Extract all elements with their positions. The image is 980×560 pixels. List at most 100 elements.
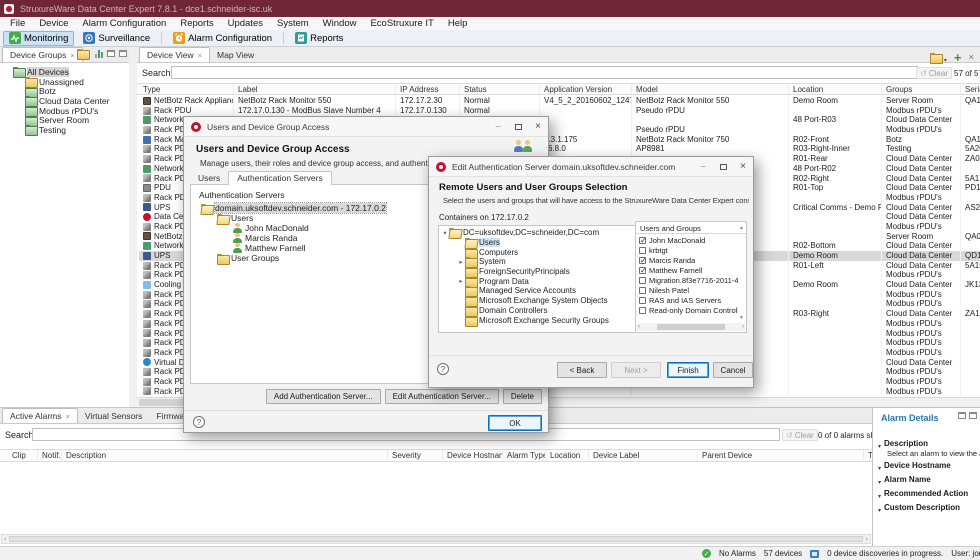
- menu-item[interactable]: Window: [316, 18, 364, 29]
- tree-item[interactable]: ForeignSecurityPrincipals: [439, 267, 667, 279]
- column-header[interactable]: IP Address: [396, 84, 460, 94]
- close-icon[interactable]: ×: [66, 412, 70, 421]
- checkbox[interactable]: [639, 246, 646, 254]
- column-header[interactable]: Device Hostname: [443, 450, 503, 461]
- device-group-item[interactable]: Botz: [0, 86, 129, 98]
- tab-device-groups[interactable]: Device Groups ×: [2, 47, 83, 62]
- checkbox[interactable]: [639, 306, 646, 314]
- checkbox[interactable]: [639, 256, 647, 265]
- menu-item[interactable]: EcoStruxure IT: [363, 18, 440, 29]
- column-header[interactable]: Location: [546, 450, 589, 461]
- column-header[interactable]: Parent Device: [698, 450, 864, 461]
- close-icon[interactable]: ×: [968, 53, 974, 63]
- column-header[interactable]: Location: [789, 84, 882, 94]
- folder-menu-icon[interactable]: ▾: [929, 49, 947, 67]
- tab-virtual-sensors[interactable]: Virtual Sensors: [78, 408, 149, 423]
- scroll-left-icon[interactable]: ‹: [638, 324, 640, 330]
- minimize-icon[interactable]: [958, 412, 966, 419]
- scrollbar-thumb[interactable]: [657, 324, 725, 330]
- menu-item[interactable]: Device: [32, 18, 75, 29]
- scroll-right-icon[interactable]: ›: [742, 324, 744, 330]
- horizontal-scrollbar[interactable]: ‹ ›: [1, 534, 871, 544]
- maximize-icon[interactable]: [508, 117, 528, 136]
- checkbox[interactable]: [639, 276, 646, 284]
- column-header[interactable]: Notif...: [38, 450, 62, 461]
- column-header[interactable]: Application Version: [540, 84, 632, 94]
- cancel-button[interactable]: Cancel: [713, 362, 753, 378]
- column-header[interactable]: Description: [62, 450, 388, 461]
- column-header[interactable]: Time Occurred: [864, 450, 872, 461]
- checkbox[interactable]: [639, 266, 647, 275]
- scroll-down-icon[interactable]: ▼: [739, 315, 744, 321]
- tree-item[interactable]: System: [439, 257, 667, 269]
- tree-item[interactable]: Users: [439, 238, 667, 248]
- device-group-item[interactable]: Unassigned: [0, 77, 129, 89]
- panel-sash[interactable]: [129, 47, 137, 407]
- menu-item[interactable]: Updates: [221, 18, 270, 29]
- details-section-header[interactable]: Recommended Action: [878, 488, 980, 499]
- scroll-right-icon[interactable]: ›: [866, 536, 868, 543]
- list-header[interactable]: Users and Groups: [636, 222, 746, 234]
- tree-item[interactable]: Program Data: [439, 276, 667, 288]
- add-icon[interactable]: +: [954, 51, 962, 64]
- minimize-icon[interactable]: –: [488, 117, 508, 136]
- menu-item[interactable]: File: [3, 18, 32, 29]
- table-row[interactable]: NetBotz Rack Appliance NetBotz Rack Moni…: [139, 96, 980, 106]
- menu-item[interactable]: Alarm Configuration: [75, 18, 173, 29]
- perspective-alarm-configuration-button[interactable]: Alarm Configuration: [167, 31, 278, 46]
- list-item[interactable]: Migration.8f3e7716-2011-43e4-: [637, 275, 738, 285]
- details-section-header[interactable]: Device Hostname: [878, 460, 980, 471]
- column-header[interactable]: Model: [632, 84, 789, 94]
- perspective-surveillance-button[interactable]: Surveillance: [77, 31, 156, 46]
- tree-item[interactable]: Domain Controllers: [439, 305, 667, 317]
- edit-authentication-server-button[interactable]: Edit Authentication Server...: [384, 389, 499, 404]
- details-section-header[interactable]: Description: [878, 438, 980, 449]
- perspective-reports-button[interactable]: Reports: [289, 31, 349, 46]
- chart-icon[interactable]: [95, 49, 103, 58]
- back-button[interactable]: < Back: [557, 362, 607, 378]
- column-header[interactable]: Device Label: [589, 450, 698, 461]
- device-group-item[interactable]: Testing: [0, 125, 129, 137]
- close-icon[interactable]: ×: [528, 117, 548, 136]
- minimize-icon[interactable]: –: [693, 157, 713, 176]
- expander-icon[interactable]: [457, 277, 465, 285]
- checkbox[interactable]: [639, 286, 646, 294]
- dialog-title-bar[interactable]: Edit Authentication Server domain.uksoft…: [429, 157, 753, 177]
- clear-button[interactable]: ↺ Clear: [782, 429, 818, 441]
- menu-item[interactable]: System: [270, 18, 316, 29]
- checkbox[interactable]: [639, 236, 647, 245]
- tab-device-view[interactable]: Device View ×: [139, 47, 211, 62]
- details-section-header[interactable]: Custom Description: [878, 502, 980, 513]
- close-icon[interactable]: ×: [198, 51, 202, 60]
- tab-map-view[interactable]: Map View: [210, 47, 261, 62]
- list-item[interactable]: Marcis Randa: [637, 255, 738, 265]
- column-header[interactable]: Type: [139, 84, 234, 94]
- add-authentication-server-button[interactable]: Add Authentication Server...: [265, 389, 381, 404]
- tree-item[interactable]: DC=uksoftdev,DC=schneider,DC=com: [439, 228, 667, 238]
- list-item[interactable]: Matthew Farnell: [637, 265, 738, 275]
- device-group-item[interactable]: All Devices: [0, 66, 129, 79]
- device-group-item[interactable]: Cloud Data Center: [0, 96, 129, 108]
- device-group-item[interactable]: Server Room: [0, 115, 129, 127]
- scroll-left-icon[interactable]: ‹: [4, 536, 6, 543]
- expander-icon[interactable]: [457, 258, 465, 266]
- finish-button[interactable]: Finish: [667, 362, 709, 378]
- list-item[interactable]: John MacDonald: [637, 235, 738, 245]
- close-icon[interactable]: ×: [733, 157, 753, 176]
- folder-icon[interactable]: [77, 49, 90, 60]
- tree-item[interactable]: Computers: [439, 247, 667, 259]
- list-item[interactable]: RAS and IAS Servers: [637, 295, 738, 305]
- scrollbar-thumb[interactable]: [9, 536, 863, 542]
- close-icon[interactable]: ×: [70, 51, 74, 60]
- help-icon[interactable]: ?: [437, 363, 449, 375]
- perspective-monitoring-button[interactable]: Monitoring: [3, 30, 75, 46]
- menu-item[interactable]: Help: [441, 18, 475, 29]
- next-button[interactable]: Next >: [611, 362, 661, 378]
- table-row[interactable]: Rack PDU 172.17.0.130 - ModBus Slave Num…: [139, 105, 980, 116]
- column-header[interactable]: Severity: [388, 450, 443, 461]
- tab-authentication-servers[interactable]: Authentication Servers: [228, 171, 332, 185]
- column-header[interactable]: Groups: [882, 84, 961, 94]
- minimize-icon[interactable]: [107, 50, 115, 57]
- maximize-icon[interactable]: [119, 50, 127, 57]
- list-item[interactable]: Read-only Domain Controllers: [637, 305, 738, 315]
